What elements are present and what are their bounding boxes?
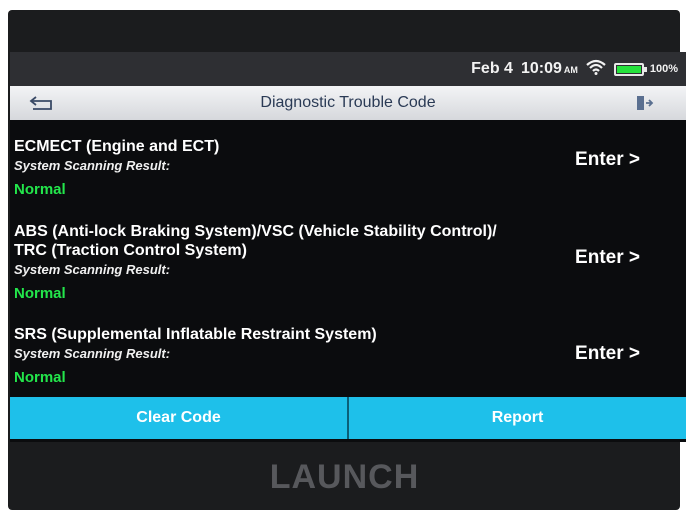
device-photo: Feb 4 10:09 AM 100% Diagnostic Trouble Co…: [0, 0, 689, 516]
back-button[interactable]: [24, 92, 60, 114]
status-time-value: 10:09: [520, 60, 562, 77]
status-right: Feb 4 10:09 AM 100%: [471, 59, 678, 79]
enter-button[interactable]: Enter >: [575, 343, 640, 365]
system-title: ABS (Anti-lock Braking System)/VSC (Vehi…: [14, 223, 497, 259]
battery-icon: [613, 62, 647, 76]
brand-logo: LAUNCH: [269, 458, 420, 496]
title-bar: Diagnostic Trouble Code: [10, 86, 686, 120]
system-status: Normal: [14, 285, 66, 302]
page-title: Diagnostic Trouble Code: [260, 94, 436, 111]
back-icon: [29, 96, 52, 110]
status-ampm: AM: [563, 65, 578, 75]
bottom-action-bar: Clear Code Report: [10, 397, 686, 439]
wifi-icon: [586, 59, 606, 80]
clear-code-button[interactable]: Clear Code: [10, 397, 347, 439]
enter-button[interactable]: Enter >: [575, 247, 640, 269]
exit-icon: [637, 96, 654, 110]
list-item: ABS (Anti-lock Braking System)/VSC (Vehi…: [10, 222, 686, 302]
status-bar: Feb 4 10:09 AM 100%: [10, 52, 686, 86]
system-title: ECMECT (Engine and ECT): [14, 138, 220, 155]
list-item: SRS (Supplemental Inflatable Restraint S…: [10, 325, 686, 386]
system-status: Normal: [14, 181, 66, 198]
report-button[interactable]: Report: [347, 397, 686, 439]
battery-percent: 100%: [649, 63, 678, 75]
exit-button[interactable]: [632, 92, 656, 114]
system-title: SRS (Supplemental Inflatable Restraint S…: [14, 326, 377, 343]
list-item: ECMECT (Engine and ECT) System Scanning …: [10, 137, 686, 198]
status-time: 10:09 AM: [521, 60, 578, 78]
enter-button[interactable]: Enter >: [575, 149, 640, 171]
status-date: Feb 4: [471, 60, 513, 77]
system-status: Normal: [14, 369, 66, 386]
